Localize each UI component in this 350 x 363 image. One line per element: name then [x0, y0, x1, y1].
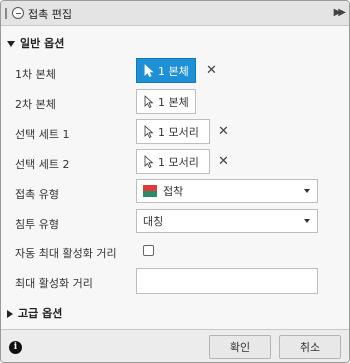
auto-max-activation-label: 자동 최대 활성화 거리 [15, 247, 117, 260]
section-general-label: 일반 옵션 [20, 37, 65, 50]
contact-type-dropdown[interactable]: 접착 [136, 179, 318, 203]
section-advanced-label: 고급 옵션 [18, 307, 63, 320]
set1-label: 선택 세트 1 [15, 128, 70, 141]
auto-max-activation-checkbox[interactable] [143, 245, 154, 256]
penetration-type-label: 침투 유형 [15, 218, 59, 231]
expand-triangle-icon [7, 310, 13, 318]
penetration-type-dropdown[interactable]: 대칭 [136, 209, 318, 233]
close-x-icon[interactable]: ✕ [218, 124, 229, 139]
section-advanced-header[interactable]: 고급 옵션 [7, 305, 62, 321]
set1-select-button[interactable]: 1 모서리 [136, 119, 210, 144]
penetration-type-value: 대칭 [143, 215, 164, 228]
body1-select-button[interactable]: 1 본체 [136, 58, 196, 83]
bonded-contact-icon [143, 185, 157, 197]
cancel-button[interactable]: 취소 [279, 335, 341, 359]
body1-value: 1 본체 [158, 64, 189, 78]
max-activation-input[interactable] [136, 268, 318, 294]
set2-value: 1 모서리 [158, 155, 199, 169]
chevron-down-icon [304, 189, 310, 193]
set2-select-button[interactable]: 1 모서리 [136, 149, 210, 174]
body2-label: 2차 본체 [15, 98, 56, 111]
dialog-title: 접촉 편집 [28, 8, 72, 21]
body1-label: 1차 본체 [15, 68, 56, 81]
cursor-arrow-icon [144, 95, 154, 108]
cursor-arrow-icon [144, 125, 154, 138]
close-x-icon[interactable]: ✕ [218, 154, 229, 169]
cursor-arrow-icon [144, 155, 154, 168]
section-general-header[interactable]: 일반 옵션 [7, 35, 64, 51]
cursor-arrow-icon [144, 64, 154, 77]
body2-select-button[interactable]: 1 본체 [136, 89, 196, 114]
collapse-triangle-icon [7, 41, 15, 47]
set2-label: 선택 세트 2 [15, 158, 70, 171]
body2-value: 1 본체 [158, 95, 189, 109]
close-x-icon[interactable]: ✕ [206, 63, 217, 78]
max-activation-label: 최대 활성화 거리 [15, 277, 93, 290]
chevron-down-icon [304, 219, 310, 223]
contact-type-value: 접착 [163, 185, 184, 198]
info-icon[interactable]: i [9, 341, 22, 354]
drag-grip-icon[interactable] [5, 8, 7, 19]
ok-button[interactable]: 확인 [209, 335, 271, 359]
contact-type-label: 접촉 유형 [15, 188, 59, 201]
edit-contact-dialog: 접촉 편집 ▶▶ 일반 옵션 1차 본체 1 본체 ✕ 2차 본체 1 본체 선… [0, 0, 350, 363]
title-bar[interactable]: 접촉 편집 ▶▶ [1, 1, 349, 26]
set1-value: 1 모서리 [158, 125, 199, 139]
dialog-footer: i 확인 취소 [1, 329, 349, 362]
contact-edit-icon [12, 7, 24, 19]
double-chevron-right-icon[interactable]: ▶▶ [334, 7, 347, 18]
